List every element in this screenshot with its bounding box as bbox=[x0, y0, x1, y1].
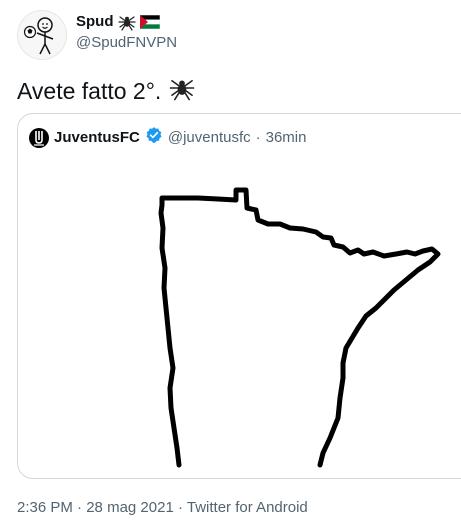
quoted-tweet-header: JuventusFC @juventusfc · 36min bbox=[29, 126, 306, 150]
tweet-source-link[interactable]: Twitter for Android bbox=[187, 499, 308, 516]
quoted-author-handle[interactable]: @juventusfc bbox=[168, 128, 251, 148]
tweet-text: Avete fatto 2°. bbox=[17, 75, 195, 107]
author-display-name[interactable]: Spud bbox=[76, 12, 114, 32]
author-avatar[interactable] bbox=[17, 10, 67, 60]
minnesota-outline-map-image[interactable] bbox=[18, 158, 461, 478]
tweet-time[interactable]: 2:36 PM bbox=[17, 499, 73, 516]
quoted-author-name[interactable]: JuventusFC bbox=[54, 128, 140, 148]
spider-emoji-icon bbox=[169, 75, 195, 107]
separator-dot: · bbox=[255, 129, 261, 146]
tweet-date[interactable]: 28 mag 2021 bbox=[86, 499, 174, 516]
quoted-tweet-time[interactable]: 36min bbox=[266, 128, 307, 148]
verified-badge-icon bbox=[145, 126, 163, 150]
stick-figure-soccer-avatar-icon bbox=[23, 17, 54, 55]
spider-emoji-icon bbox=[117, 13, 136, 31]
author-handle[interactable]: @SpudFNVPN bbox=[76, 33, 177, 53]
quoted-tweet-card[interactable]: JuventusFC @juventusfc · 36min bbox=[17, 113, 461, 479]
author-info: Spud @SpudFNVPN bbox=[76, 12, 177, 53]
author-name-row[interactable]: Spud bbox=[76, 12, 177, 32]
tweet: Spud @SpudFNVPN Avete fatto 2°. Juventus… bbox=[0, 0, 461, 526]
separator-dot: · bbox=[177, 499, 183, 516]
tweet-text-content: Avete fatto 2°. bbox=[17, 78, 162, 104]
palestine-flag-emoji-icon bbox=[139, 15, 160, 29]
tweet-footer: 2:36 PM · 28 mag 2021 · Twitter for Andr… bbox=[17, 498, 308, 518]
separator-dot: · bbox=[77, 499, 83, 516]
juventus-logo-icon[interactable] bbox=[29, 128, 49, 148]
